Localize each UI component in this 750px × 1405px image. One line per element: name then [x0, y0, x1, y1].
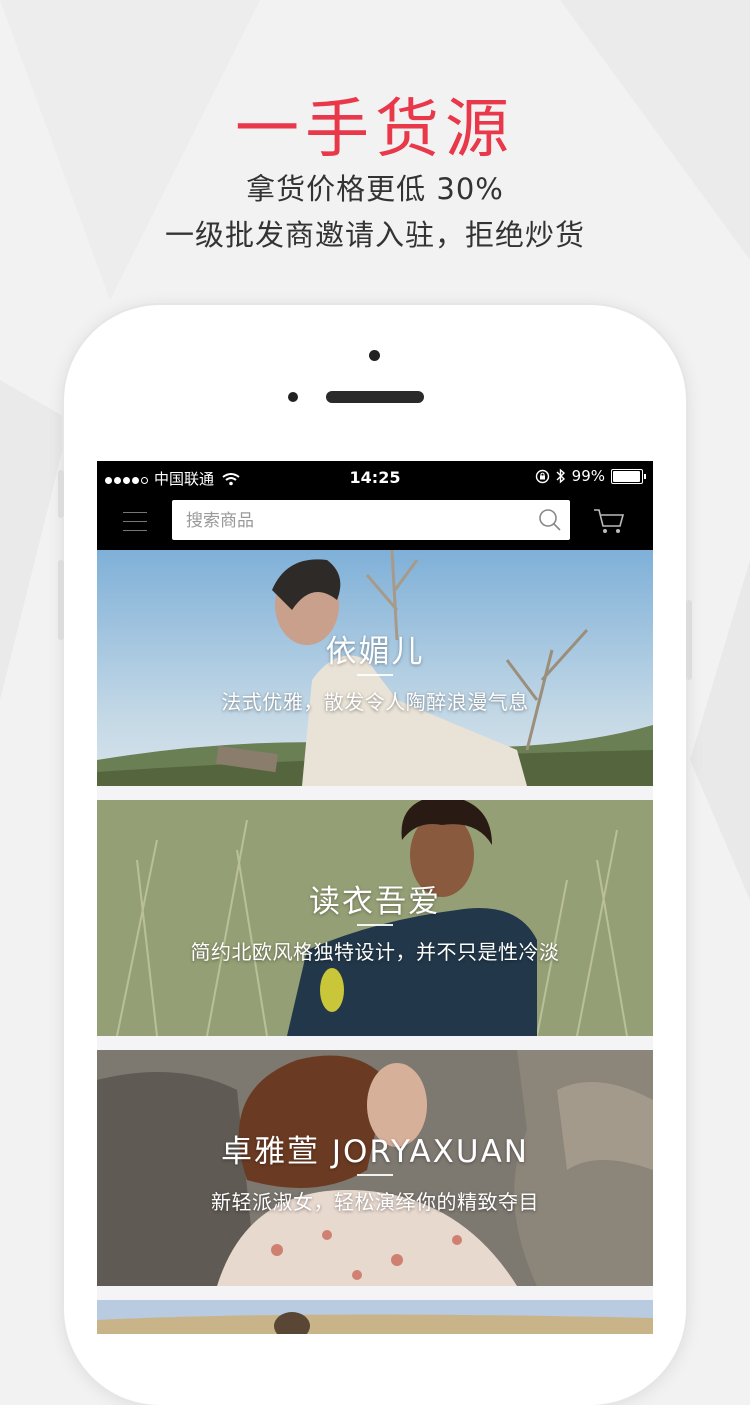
- phone-camera: [369, 350, 380, 361]
- banner-title: 卓雅萱 JORYAXUAN: [220, 1134, 529, 1170]
- brand-banner[interactable]: [97, 1300, 653, 1334]
- banner-divider: [357, 924, 393, 926]
- phone-side-button: [58, 560, 64, 640]
- status-bar: 中国联通 14:25 99%: [97, 461, 653, 494]
- banner-description: 法式优雅，散发令人陶醉浪漫气息: [221, 690, 529, 714]
- menu-icon[interactable]: [123, 512, 147, 532]
- app-screen: 中国联通 14:25 99% 搜索商品 依媚儿 法式优雅，散发令人陶醉浪漫气息 …: [97, 461, 653, 1334]
- banner-divider: [357, 674, 393, 676]
- search-input[interactable]: [184, 506, 528, 536]
- top-navbar: [97, 494, 653, 550]
- phone-side-button: [58, 470, 64, 518]
- search-icon[interactable]: [538, 508, 562, 532]
- brand-banner[interactable]: 读衣吾爱 简约北欧风格独特设计，并不只是性冷淡: [97, 800, 653, 1036]
- banner-title: 依媚儿: [325, 634, 425, 670]
- battery-icon: [611, 468, 646, 484]
- rotation-lock-icon: [535, 469, 549, 483]
- phone-side-button: [686, 600, 692, 680]
- battery-percent: 99%: [571, 467, 605, 485]
- promo-subtitle-price: 拿货价格更低 30%: [246, 172, 504, 206]
- cart-icon[interactable]: [593, 507, 625, 535]
- promo-subtitle-wholesale: 一级批发商邀请入驻，拒绝炒货: [164, 218, 585, 252]
- banner-photo: [97, 1300, 653, 1334]
- phone-speaker: [326, 391, 424, 403]
- banner-title: 读衣吾爱: [309, 884, 441, 920]
- brand-banner[interactable]: 依媚儿 法式优雅，散发令人陶醉浪漫气息: [97, 550, 653, 786]
- promo-headline: 一手货源: [235, 93, 515, 167]
- search-box[interactable]: [172, 500, 570, 540]
- banner-description: 新轻派淑女，轻松演绎你的精致夺目: [211, 1190, 539, 1214]
- brand-banner[interactable]: 卓雅萱 JORYAXUAN 新轻派淑女，轻松演绎你的精致夺目: [97, 1050, 653, 1286]
- banner-divider: [357, 1174, 393, 1176]
- banner-description: 简约北欧风格独特设计，并不只是性冷淡: [190, 940, 560, 964]
- phone-sensor: [288, 392, 298, 402]
- bluetooth-icon: [556, 468, 565, 484]
